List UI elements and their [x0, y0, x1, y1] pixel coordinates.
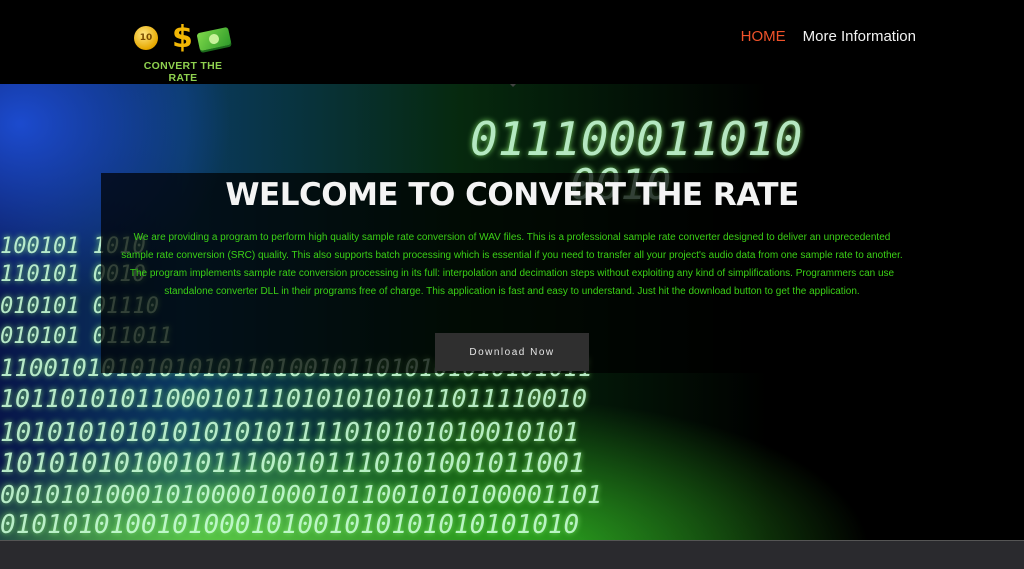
nav-home-link[interactable]: HOME [741, 28, 786, 45]
binary-row: 101010101001011100101110101001011001 [0, 448, 586, 479]
hero-description: We are providing a program to perform hi… [121, 232, 903, 297]
site-logo[interactable]: 10 $ CONVERT THE RATE [128, 20, 238, 84]
binary-row: 0101010100101000101001010101010101010 [0, 510, 580, 540]
main-nav: HOME More Information [741, 28, 916, 45]
nav-more-information-link[interactable]: More Information [803, 28, 916, 45]
welcome-panel: WELCOME TO CONVERT THE RATE We are provi… [101, 173, 923, 373]
binary-row: 011100011010 [470, 112, 803, 166]
hero-title: WELCOME TO CONVERT THE RATE [225, 177, 799, 213]
download-now-button[interactable]: Download Now [435, 333, 589, 371]
site-header: 10 $ CONVERT THE RATE HOME More Informat… [0, 0, 1024, 84]
footer-strip [0, 540, 1024, 569]
logo-icons: 10 $ [134, 20, 232, 56]
logo-text: CONVERT THE RATE [143, 60, 223, 84]
coin-icon: 10 [134, 26, 158, 50]
binary-row: 101101010110001011101010101011011110010 [0, 384, 587, 413]
dollar-icon: $ [172, 20, 193, 55]
hero-section: 011100011010 0010 100101 1010 110101 001… [0, 84, 1024, 540]
money-bills-icon [196, 26, 232, 52]
binary-row: 0010101000101000010001011001010100001101 [0, 480, 603, 509]
binary-row: 1010101010101010101111010101010010101 [0, 418, 580, 448]
